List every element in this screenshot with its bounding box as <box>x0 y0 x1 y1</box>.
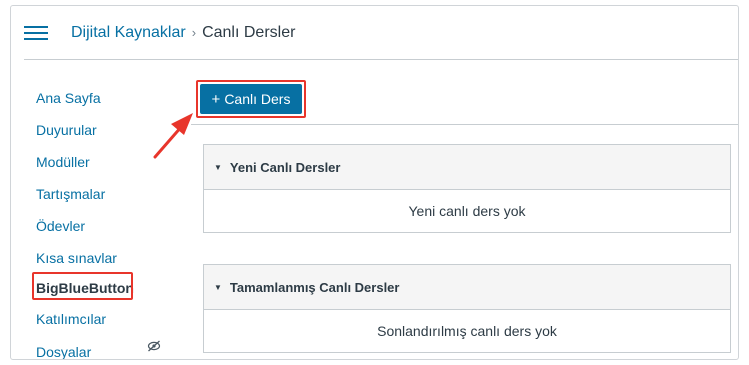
header-divider <box>24 59 738 60</box>
section-empty-message: Yeni canlı ders yok <box>408 203 526 219</box>
caret-down-icon: ▼ <box>214 282 222 292</box>
section-new-lessons: ▼ Yeni Canlı Dersler Yeni canlı ders yok <box>203 144 731 233</box>
toolbar-divider <box>191 124 738 125</box>
annotation-highlight-button <box>196 80 306 118</box>
caret-down-icon: ▼ <box>214 162 222 172</box>
annotation-highlight-sidebar <box>32 272 133 300</box>
sidebar-item-quizzes[interactable]: Kısa sınavlar <box>36 249 117 267</box>
breadcrumb-course-link[interactable]: Dijital Kaynaklar <box>71 24 186 41</box>
sidebar-item-people[interactable]: Katılımcılar <box>36 310 106 328</box>
eye-slash-icon <box>147 340 161 352</box>
breadcrumb-separator: › <box>191 25 197 40</box>
section-header-completed-lessons[interactable]: ▼ Tamamlanmış Canlı Dersler <box>204 265 730 310</box>
breadcrumb: Dijital Kaynaklar › Canlı Dersler <box>71 23 295 43</box>
sidebar-item-home[interactable]: Ana Sayfa <box>36 89 101 107</box>
sidebar-item-modules[interactable]: Modüller <box>36 153 90 171</box>
section-header-new-lessons[interactable]: ▼ Yeni Canlı Dersler <box>204 145 730 190</box>
section-title: Tamamlanmış Canlı Dersler <box>229 279 400 295</box>
section-empty-message: Sonlandırılmış canlı ders yok <box>377 323 557 339</box>
app-frame: Dijital Kaynaklar › Canlı Dersler Ana Sayf… <box>10 5 739 360</box>
hamburger-icon[interactable] <box>24 26 48 41</box>
page-header: Dijital Kaynaklar › Canlı Dersler <box>11 6 738 59</box>
sidebar-item-discussions[interactable]: Tartışmalar <box>36 185 105 203</box>
sidebar-item-files[interactable]: Dosyalar <box>36 343 91 359</box>
section-completed-lessons: ▼ Tamamlanmış Canlı Dersler Sonlandırılm… <box>203 264 731 353</box>
sidebar-item-announcements[interactable]: Duyurular <box>36 121 97 139</box>
section-title: Yeni Canlı Dersler <box>229 159 341 175</box>
sidebar-item-assignments[interactable]: Ödevler <box>36 217 85 235</box>
breadcrumb-current-page: Canlı Dersler <box>202 24 296 41</box>
